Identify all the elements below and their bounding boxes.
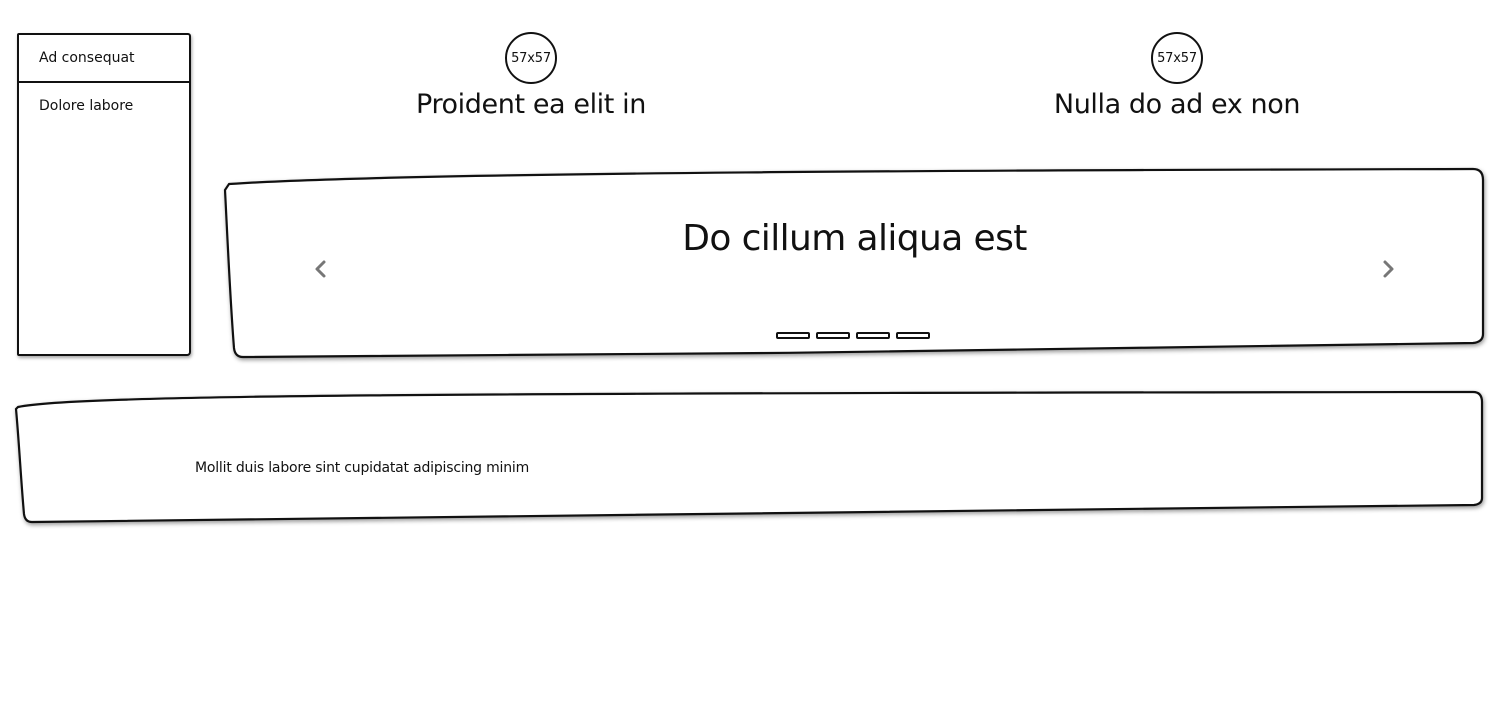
feature-title: Nulla do ad ex non (1053, 89, 1301, 120)
image-placeholder-label: 57x57 (511, 50, 551, 66)
sidebar-item-label: Ad consequat (39, 50, 135, 66)
image-placeholder: 57x57 (1151, 32, 1203, 84)
feature-left: 57x57 Proident ea elit in (381, 32, 681, 120)
image-placeholder: 57x57 (505, 32, 557, 84)
feature-title: Proident ea elit in (416, 89, 646, 120)
carousel-frame (223, 167, 1485, 359)
sidebar-item-dolore-labore[interactable]: Dolore labore (19, 83, 189, 131)
carousel-next-button[interactable] (1374, 254, 1404, 284)
feature-right: 57x57 Nulla do ad ex non (1027, 32, 1327, 120)
chevron-left-icon (315, 260, 326, 278)
carousel-indicator-2[interactable] (816, 332, 850, 339)
info-panel: Mollit duis labore sint cupidatat adipis… (14, 390, 1484, 524)
info-panel-text: Mollit duis labore sint cupidatat adipis… (195, 460, 530, 476)
carousel-slide-title: Do cillum aliqua est (682, 218, 1027, 259)
info-panel-frame (14, 390, 1484, 524)
chevron-right-icon (1383, 260, 1394, 278)
carousel-indicator-4[interactable] (896, 332, 930, 339)
image-placeholder-label: 57x57 (1157, 50, 1197, 66)
sidebar-item-ad-consequat[interactable]: Ad consequat (19, 35, 189, 83)
sidebar-item-label: Dolore labore (39, 98, 134, 114)
carousel-indicator-1[interactable] (776, 332, 810, 339)
carousel: Do cillum aliqua est (223, 167, 1485, 359)
sidebar-list: Ad consequat Dolore labore (17, 33, 191, 356)
carousel-prev-button[interactable] (305, 254, 335, 284)
carousel-indicators (776, 332, 930, 339)
carousel-indicator-3[interactable] (856, 332, 890, 339)
